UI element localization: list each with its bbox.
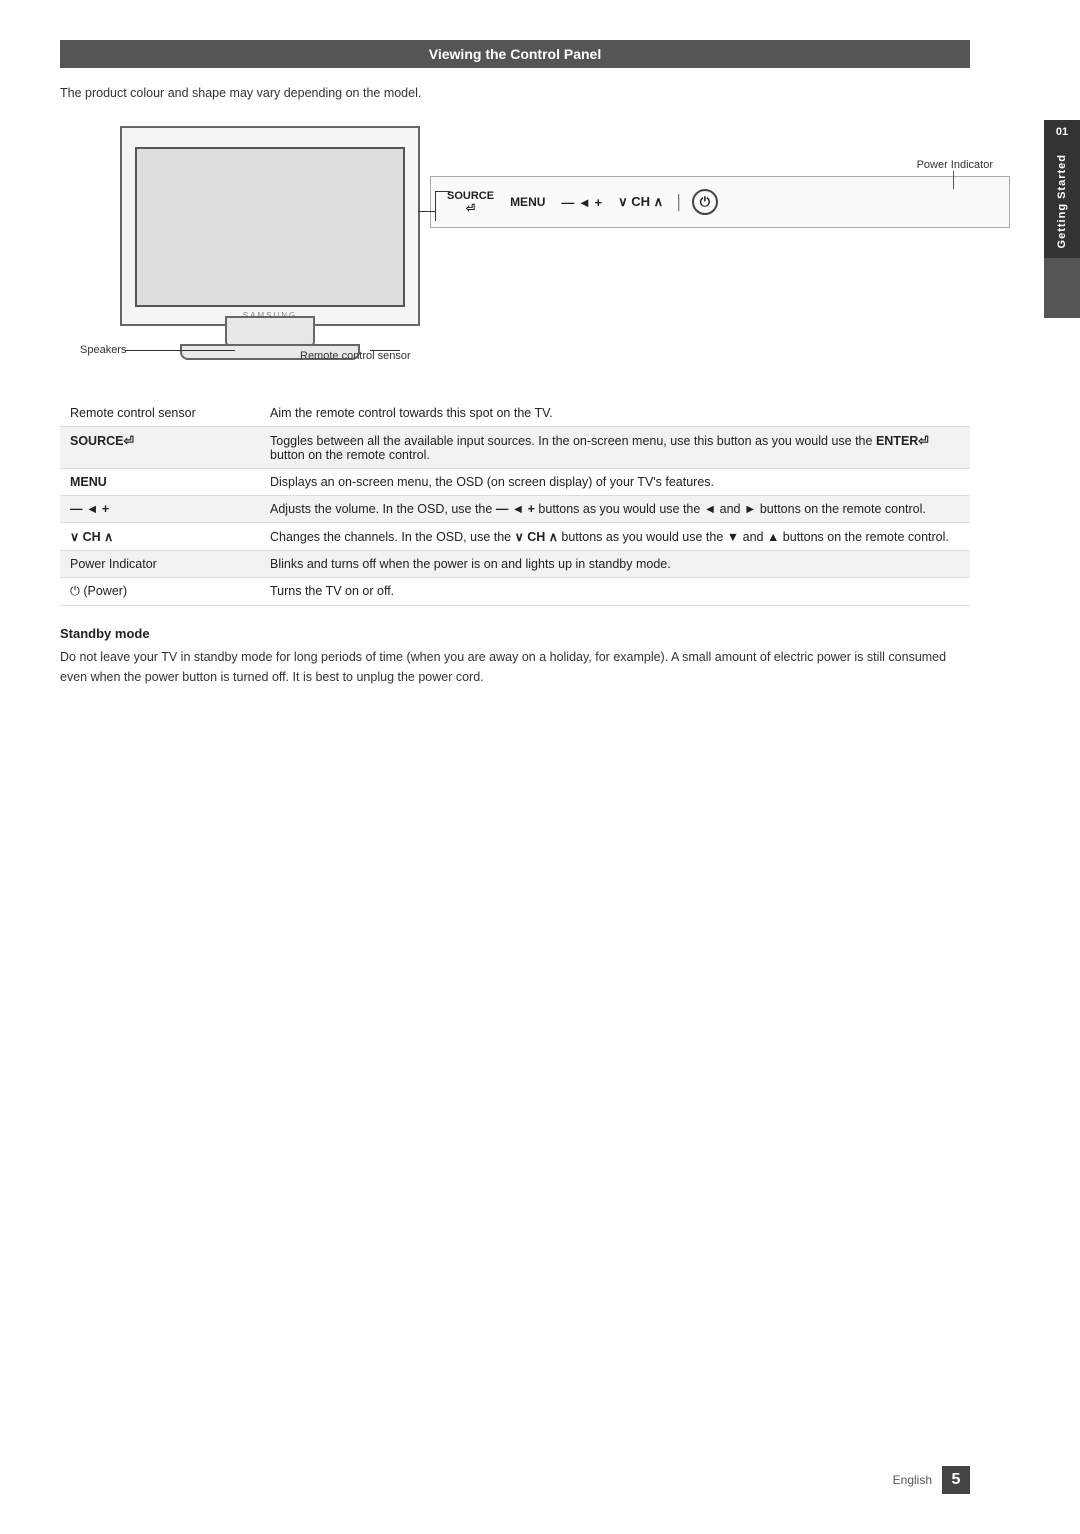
- line-speakers: [125, 350, 235, 351]
- tv-body: SAMSUNG: [120, 126, 420, 326]
- section-header: Viewing the Control Panel: [60, 40, 970, 68]
- connector-line-v2: [435, 191, 436, 221]
- table-row: Remote control sensorAim the remote cont…: [60, 400, 970, 427]
- source-label: SOURCE: [447, 190, 494, 202]
- side-tab-text: Getting Started: [1052, 144, 1072, 258]
- table-row: Power IndicatorBlinks and turns off when…: [60, 551, 970, 578]
- power-button: ⏻: [692, 189, 718, 215]
- table-row: ⏻ (Power)Turns the TV on or off.: [60, 578, 970, 606]
- page-footer: English 5: [893, 1466, 970, 1494]
- side-tab: 01 Getting Started: [1044, 120, 1080, 318]
- tv-diagram: SAMSUNG Speakers Remote control sensor P…: [60, 116, 970, 376]
- table-term: — ◄ +: [60, 496, 260, 523]
- main-content: Viewing the Control Panel The product co…: [60, 40, 970, 687]
- volume-label: — ◄ +: [561, 195, 602, 210]
- table-row: MENUDisplays an on-screen menu, the OSD …: [60, 469, 970, 496]
- footer-lang: English: [893, 1473, 932, 1487]
- tv-screen: [135, 147, 405, 307]
- table-term: MENU: [60, 469, 260, 496]
- table-row: SOURCE⏎Toggles between all the available…: [60, 427, 970, 469]
- table-definition: Displays an on-screen menu, the OSD (on …: [260, 469, 970, 496]
- menu-label: MENU: [510, 195, 545, 209]
- side-tab-bar: [1044, 258, 1080, 318]
- line-remote-sensor-line: [370, 350, 400, 351]
- table-definition: Aim the remote control towards this spot…: [260, 400, 970, 427]
- separator: │: [675, 194, 684, 210]
- tv-stand: [225, 316, 315, 346]
- power-icon: ⏻: [700, 194, 710, 210]
- table-term: SOURCE⏎: [60, 427, 260, 469]
- table-definition: Changes the channels. In the OSD, use th…: [260, 523, 970, 551]
- table-definition: Blinks and turns off when the power is o…: [260, 551, 970, 578]
- table-term: Remote control sensor: [60, 400, 260, 427]
- source-icon: ⏎: [466, 202, 475, 215]
- table-row: — ◄ +Adjusts the volume. In the OSD, use…: [60, 496, 970, 523]
- control-panel: Power Indicator SOURCE ⏎ MENU — ◄ + ∨ CH…: [430, 176, 1010, 228]
- subtitle: The product colour and shape may vary de…: [60, 86, 970, 100]
- label-remote-sensor: Remote control sensor: [300, 350, 411, 362]
- table-definition: Adjusts the volume. In the OSD, use the …: [260, 496, 970, 523]
- standby-text: Do not leave your TV in standby mode for…: [60, 647, 970, 687]
- table-definition: Toggles between all the available input …: [260, 427, 970, 469]
- ch-label: ∨ CH ∧: [618, 194, 663, 210]
- power-indicator-label: Power Indicator: [917, 159, 993, 171]
- label-speakers: Speakers: [80, 344, 126, 356]
- table-term: Power Indicator: [60, 551, 260, 578]
- connector-line-h2: [435, 191, 450, 192]
- control-panel-inner: SOURCE ⏎ MENU — ◄ + ∨ CH ∧ │ ⏻: [447, 189, 993, 215]
- power-indicator-line: [953, 171, 954, 189]
- table-definition: Turns the TV on or off.: [260, 578, 970, 606]
- connector-line-h: [418, 211, 436, 212]
- footer-page: 5: [942, 1466, 970, 1494]
- table-term: ⏻ (Power): [60, 578, 260, 606]
- standby-title: Standby mode: [60, 626, 970, 641]
- side-tab-number: 01: [1056, 120, 1068, 144]
- table-row: ∨ CH ∧Changes the channels. In the OSD, …: [60, 523, 970, 551]
- standby-section: Standby mode Do not leave your TV in sta…: [60, 626, 970, 687]
- source-button: SOURCE ⏎: [447, 190, 494, 215]
- description-table: Remote control sensorAim the remote cont…: [60, 400, 970, 606]
- table-term: ∨ CH ∧: [60, 523, 260, 551]
